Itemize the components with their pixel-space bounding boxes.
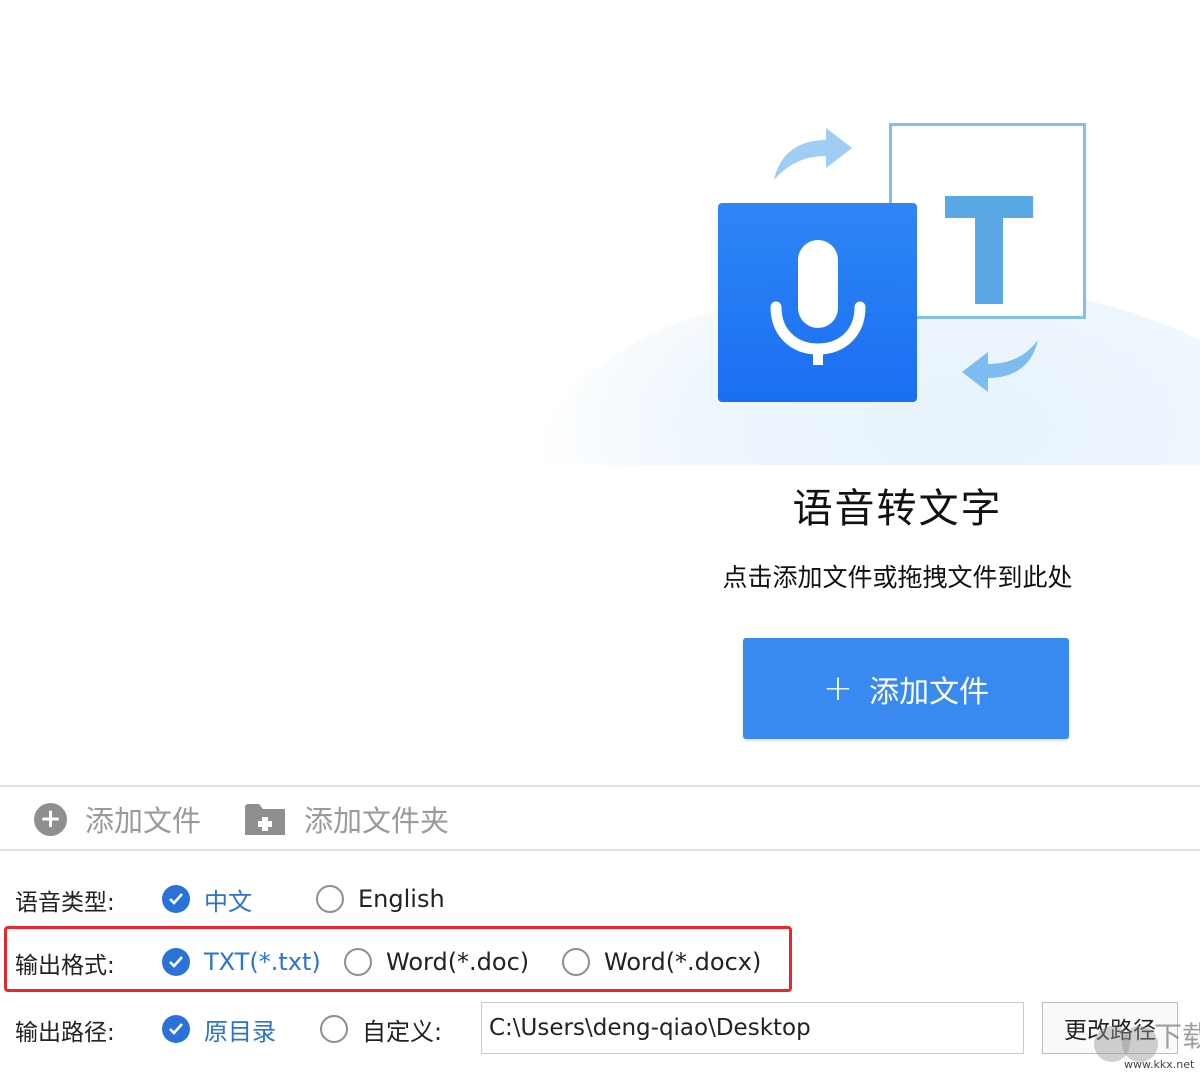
drop-zone[interactable]: 语音转文字 点击添加文件或拖拽文件到此处 + 添加文件	[0, 0, 1200, 785]
toolbar-add-folder-label: 添加文件夹	[304, 804, 450, 838]
checked-radio-icon	[162, 1015, 190, 1043]
curved-arrow-right-icon	[774, 128, 852, 180]
plus-icon: +	[822, 668, 854, 709]
toolbar-add-file-button[interactable]: + 添加文件	[34, 787, 201, 851]
format-option-label: Word(*.doc)	[386, 948, 530, 976]
format-option-txt[interactable]: TXT(*.txt)	[162, 942, 321, 982]
unchecked-radio-icon	[316, 885, 344, 913]
speech-to-text-illustration	[700, 110, 1120, 430]
format-option-doc[interactable]: Word(*.doc)	[344, 942, 529, 982]
format-option-docx[interactable]: Word(*.docx)	[562, 942, 761, 982]
page-title: 语音转文字	[792, 486, 1003, 532]
unchecked-radio-icon	[320, 1015, 348, 1043]
unchecked-radio-icon	[344, 948, 372, 976]
watermark-text: 下载	[1154, 1020, 1200, 1053]
output-path-input[interactable]	[481, 1002, 1024, 1054]
circle-plus-icon: +	[34, 802, 67, 836]
language-row: 语音类型: 中文 English	[0, 873, 1200, 923]
language-option-english[interactable]: English	[316, 879, 445, 919]
watermark-url: www.kkx.net	[1124, 1058, 1195, 1071]
output-path-label: 输出路径:	[15, 1020, 115, 1046]
toolbar-add-folder-button[interactable]: 添加文件夹	[244, 787, 449, 851]
letter-t-icon	[945, 196, 1033, 304]
language-label: 语音类型:	[15, 890, 115, 916]
unchecked-radio-icon	[562, 948, 590, 976]
path-option-label: 原目录	[204, 1017, 276, 1046]
curved-arrow-left-icon	[962, 340, 1038, 392]
drop-hint: 点击添加文件或拖拽文件到此处	[722, 563, 1073, 592]
toolbar: + 添加文件 添加文件夹	[0, 785, 1200, 851]
output-format-label: 输出格式:	[15, 953, 115, 979]
language-option-chinese[interactable]: 中文	[162, 879, 252, 919]
path-option-custom[interactable]: 自定义:	[320, 1009, 442, 1049]
microphone-tile	[718, 203, 917, 402]
toolbar-add-file-label: 添加文件	[85, 804, 202, 838]
language-option-label: 中文	[204, 887, 252, 916]
format-option-label: TXT(*.txt)	[204, 948, 321, 976]
add-file-button[interactable]: + 添加文件	[743, 638, 1069, 739]
path-option-original[interactable]: 原目录	[162, 1009, 276, 1049]
settings-panel: 语音类型: 中文 English 输出格式: TXT(*.txt) Word(*…	[0, 851, 1200, 1073]
checked-radio-icon	[162, 885, 190, 913]
format-option-label: Word(*.docx)	[604, 948, 762, 976]
folder-plus-icon	[245, 804, 285, 835]
checked-radio-icon	[162, 948, 190, 976]
add-file-button-label: 添加文件	[869, 674, 990, 710]
language-option-label: English	[358, 885, 445, 913]
output-format-row: 输出格式: TXT(*.txt) Word(*.doc) Word(*.docx…	[0, 936, 1200, 986]
path-option-label: 自定义:	[362, 1017, 443, 1046]
microphone-icon	[770, 240, 866, 365]
